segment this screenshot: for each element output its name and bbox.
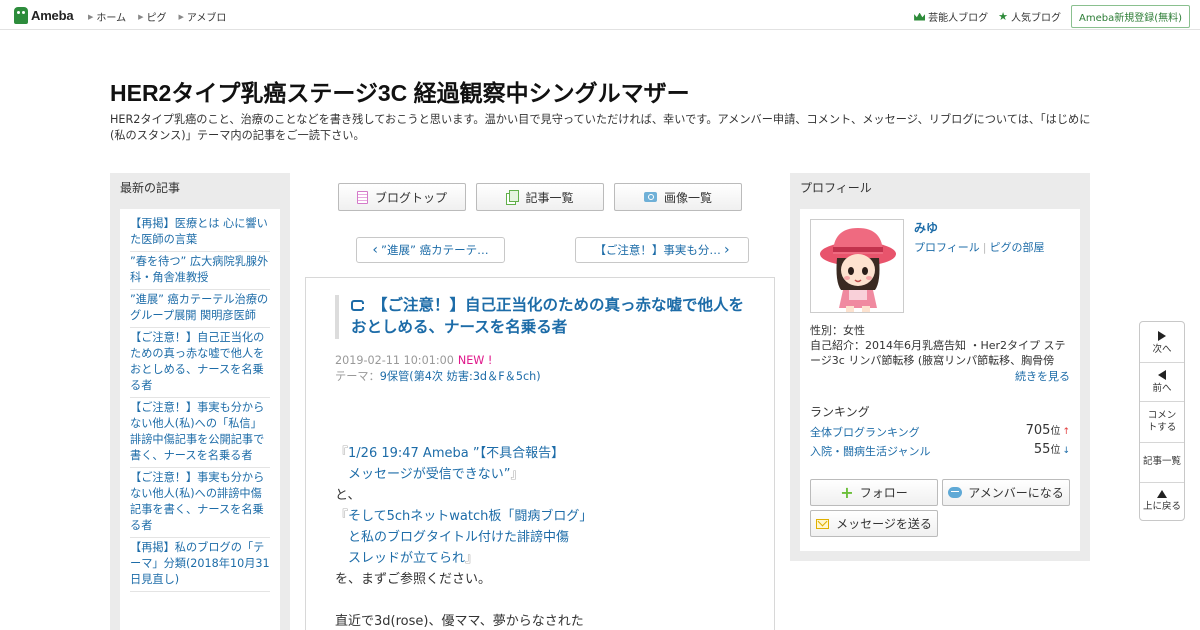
crown-icon	[914, 12, 926, 21]
chevron-right-icon: ▶	[138, 12, 144, 21]
ameba-logo[interactable]: Ameba	[14, 6, 74, 24]
star-icon: ★	[998, 10, 1008, 23]
profile-box: みゆ プロフィール | ピグの部屋 性別：女性 自己紹介：2014年6月乳癌告知 ・…	[800, 209, 1080, 551]
profile-link[interactable]: プロフィール	[914, 241, 980, 254]
nav-home[interactable]: ▶ ホーム	[88, 9, 126, 25]
camera-icon	[643, 192, 657, 202]
envelope-icon	[816, 518, 830, 529]
avatar[interactable]	[810, 219, 904, 313]
article-link-2[interactable]: そして5chネットwatch板「闘病ブログ」	[348, 509, 592, 524]
next-button[interactable]: 次へ	[1140, 331, 1184, 356]
article-text: 直近で3d(rose)、優ママ、夢からなされた	[335, 614, 584, 629]
next-article-button[interactable]: 【ご注意！】事実も分… ›	[575, 237, 749, 263]
recent-article-item[interactable]: ”春を待つ” 広大病院乳腺外科・角舎准教授	[130, 252, 270, 290]
article-spacer	[335, 590, 755, 611]
play-right-icon	[1158, 331, 1166, 341]
trend-up-icon: ↑	[1062, 427, 1070, 437]
reblog-icon	[351, 300, 366, 311]
ranking-value: 55位 ↓	[1033, 442, 1070, 457]
article-date: 2019-02-11 10:01:00	[335, 354, 454, 367]
profile-name[interactable]: みゆ	[914, 219, 938, 236]
send-message-button[interactable]: メッセージを送る	[810, 510, 938, 537]
prev-article-button[interactable]: ‹ ”進展” 癌カテーテ…	[356, 237, 505, 263]
floating-side-nav: 次へ 前へ コメントする 記事一覧 上に戻る	[1139, 321, 1185, 521]
pigg-room-link[interactable]: ピグの部屋	[990, 241, 1045, 254]
blog-description: HER2タイプ乳癌のこと、治療のことなどを書き残しておこうと思います。温かい目で…	[110, 113, 1091, 142]
article: 【ご注意！】自己正当化のための真っ赤な嘘で他人をおとしめる、ナースを名乗る者 2…	[305, 277, 775, 630]
chevron-right-icon: ›	[723, 242, 730, 258]
logo-text: Ameba	[31, 7, 74, 23]
blog-top-button[interactable]: ブログトップ	[338, 183, 466, 211]
amember-button[interactable]: アメンバーになる	[942, 479, 1070, 506]
profile-links: プロフィール | ピグの部屋	[914, 241, 1045, 254]
blog-title[interactable]: HER2タイプ乳癌ステージ3C 経過観察中シングルマザー	[110, 74, 1090, 108]
trend-down-icon: ↓	[1062, 446, 1070, 456]
recent-article-item[interactable]: 【再掲】私のブログの「テーマ」分類(2018年10月31日見直し)	[130, 538, 270, 592]
avatar-image	[811, 220, 903, 312]
prev-button[interactable]: 前へ	[1140, 370, 1184, 395]
recent-article-item[interactable]: ”進展” 癌カテーテル治療のグループ展開 関明彦医師	[130, 290, 270, 328]
celeb-blog-link[interactable]: 芸能人ブログ	[914, 9, 988, 24]
recent-article-item[interactable]: 【再掲】医療とは 心に響いた医師の言葉	[130, 214, 270, 252]
divider	[1140, 362, 1184, 363]
article-link-1b[interactable]: メッセージが受信できない”	[348, 467, 510, 482]
profile-gender: 性別：女性	[810, 324, 865, 337]
theme-link[interactable]: 9保管(第4次 妨害:3d＆F＆5ch)	[380, 370, 541, 383]
profile-panel: プロフィール みゆ プロフィール | ピグの部屋 性別：女性 自己紹介：2014…	[790, 173, 1090, 561]
play-left-icon	[1158, 370, 1166, 380]
top-nav: ▶ ホーム ▶ ピグ ▶ アメブロ	[88, 9, 238, 25]
top-bar: Ameba ▶ ホーム ▶ ピグ ▶ アメブロ 芸能人ブログ ★ 人気ブログ Ameba…	[0, 0, 1200, 30]
back-to-top-button[interactable]: 上に戻る	[1140, 490, 1184, 513]
article-list-button[interactable]: 記事一覧	[476, 183, 604, 211]
arrow-up-icon	[1157, 490, 1167, 498]
divider	[1140, 442, 1184, 443]
chat-bubble-icon	[948, 487, 963, 498]
comment-button[interactable]: コメントする	[1140, 410, 1184, 434]
plus-icon: +	[840, 482, 854, 502]
read-more-link[interactable]: 続きを見る	[1015, 368, 1070, 384]
image-list-button[interactable]: 画像一覧	[614, 183, 742, 211]
nav-ameblo[interactable]: ▶ アメブロ	[178, 9, 226, 25]
ranking-row: 入院・闘病生活ジャンル 55位 ↓	[810, 441, 1070, 459]
recent-article-item[interactable]: 【ご注意！】事実も分からない他人(私)への「私信」誹謗中傷記事を公開記事で書く、…	[130, 398, 270, 468]
article-title-block: 【ご注意！】自己正当化のための真っ赤な嘘で他人をおとしめる、ナースを名乗る者	[335, 295, 745, 339]
new-badge: NEW !	[457, 354, 493, 367]
chevron-right-icon: ▶	[88, 12, 94, 21]
article-text: を、まずご参照ください。	[335, 572, 492, 587]
recent-articles-panel: 最新の記事 【再掲】医療とは 心に響いた医師の言葉 ”春を待つ” 広大病院乳腺外…	[110, 173, 290, 630]
top-right-links: 芸能人ブログ ★ 人気ブログ Ameba新規登録(無料)	[914, 5, 1190, 28]
recent-articles-list: 【再掲】医療とは 心に響いた医師の言葉 ”春を待つ” 広大病院乳腺外科・角舎准教…	[120, 209, 280, 630]
article-text: と、	[335, 488, 361, 503]
chevron-left-icon: ‹	[372, 242, 379, 258]
ranking-label: ランキング	[810, 405, 870, 419]
article-title[interactable]: 【ご注意！】自己正当化のための真っ赤な嘘で他人をおとしめる、ナースを名乗る者	[351, 295, 745, 339]
overall-ranking-link[interactable]: 全体ブログランキング	[810, 424, 920, 440]
recent-article-item[interactable]: 【ご注意！】事実も分からない他人(私)への誹謗中傷記事を書く、ナースを名乗る者	[130, 468, 270, 538]
article-body: 『1/26 19:47 Ameba ”【不具合報告】 メッセージが受信できない”…	[335, 443, 755, 630]
follow-button[interactable]: + フォロー	[810, 479, 938, 506]
recent-articles-heading: 最新の記事	[120, 181, 181, 195]
popular-blog-link[interactable]: ★ 人気ブログ	[998, 9, 1061, 24]
article-meta: 2019-02-11 10:01:00 NEW ! テーマ：9保管(第4次 妨害:…	[335, 353, 541, 385]
chevron-right-icon: ▶	[178, 12, 184, 21]
article-link-1[interactable]: 1/26 19:47 Ameba ”【不具合報告】	[348, 446, 564, 461]
divider	[1140, 482, 1184, 483]
profile-heading: プロフィール	[800, 181, 872, 195]
nav-pigg[interactable]: ▶ ピグ	[138, 9, 166, 25]
register-button[interactable]: Ameba新規登録(無料)	[1070, 5, 1190, 28]
profile-intro: 自己紹介：2014年6月乳癌告知 ・Her2タイプ ステージ3c リンパ節転移 …	[810, 339, 1066, 367]
divider	[1140, 401, 1184, 402]
genre-ranking-link[interactable]: 入院・闘病生活ジャンル	[810, 443, 930, 459]
ameba-logo-icon	[14, 6, 28, 24]
article-link-2c[interactable]: スレッドが立てられ	[348, 551, 465, 566]
theme-label: テーマ：	[335, 370, 380, 383]
article-link-2b[interactable]: と私のブログタイトル付けた誹謗中傷	[348, 530, 569, 545]
recent-article-item[interactable]: 【ご注意！】自己正当化のための真っ赤な嘘で他人をおとしめる、ナースを名乗る者	[130, 328, 270, 398]
document-icon	[356, 190, 368, 204]
ranking-value: 705位 ↑	[1025, 423, 1070, 438]
article-list-icon	[506, 190, 520, 205]
article-list-nav-button[interactable]: 記事一覧	[1140, 456, 1184, 468]
ranking-row: 全体ブログランキング 705位 ↑	[810, 422, 1070, 440]
